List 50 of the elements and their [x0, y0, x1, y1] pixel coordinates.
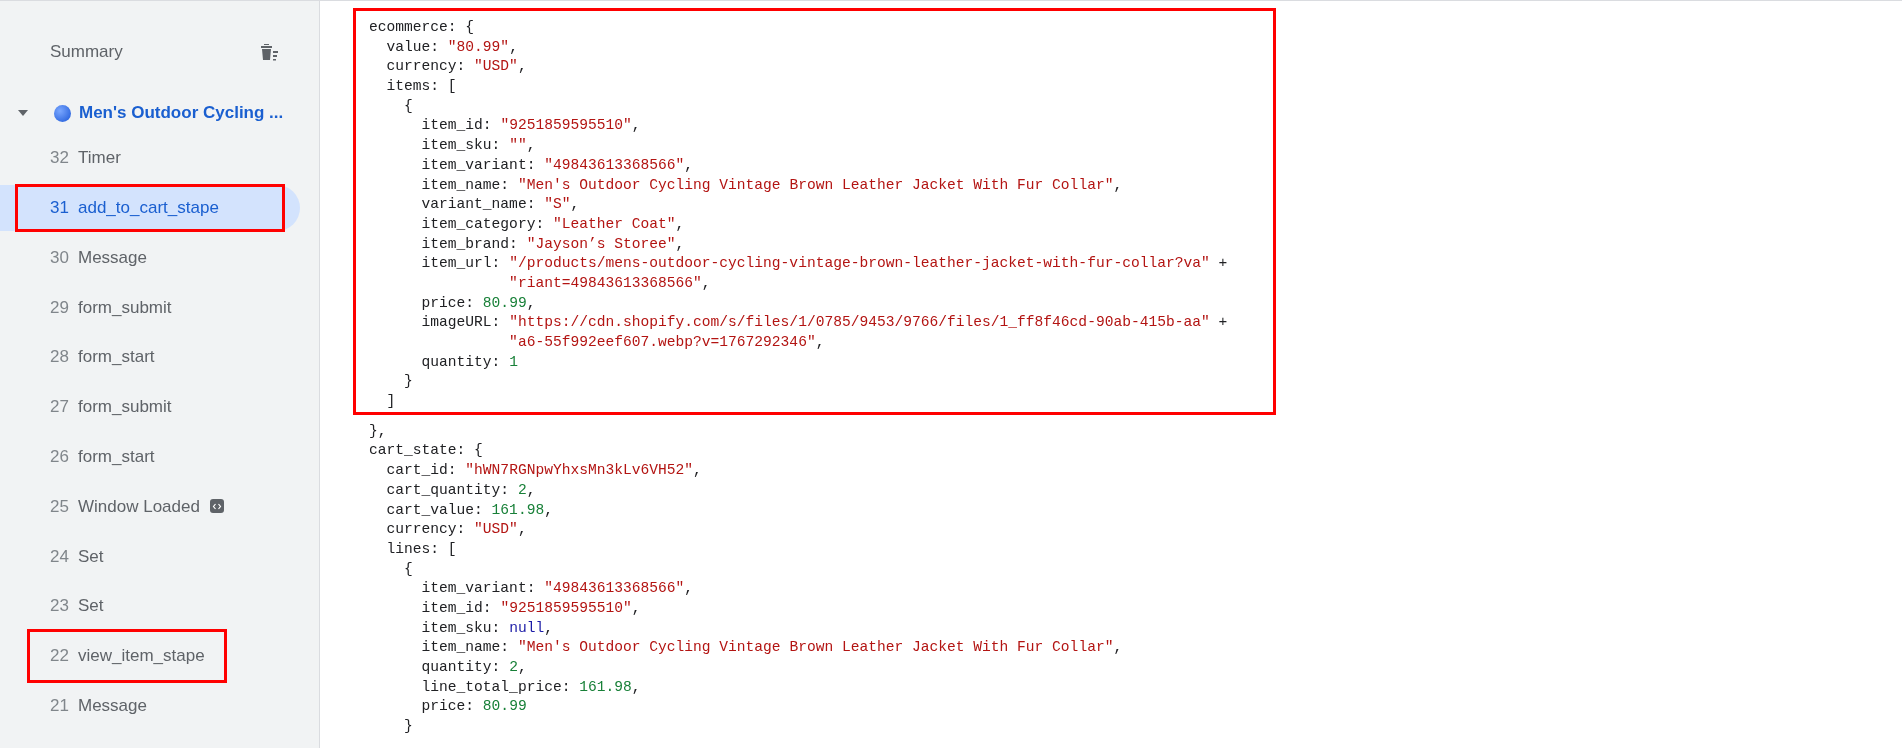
- code-line: line_total_price: 161.98,: [420, 677, 642, 697]
- code-line: value: "80.99",: [385, 37, 519, 57]
- code-line: imageURL: "https://cdn.shopify.com/s/files/1/0785/9453/9766/files/1_ff8f46cd-90ab-415b-aa" +: [420, 313, 1229, 333]
- code-line: currency: "USD",: [385, 57, 528, 77]
- code-line: price: 80.99: [420, 697, 528, 717]
- code-line: item_category: "Leather Coat",: [420, 214, 686, 234]
- code-line: item_id: "9251859595510",: [420, 116, 642, 136]
- code-line: currency: "USD",: [385, 520, 528, 540]
- code-line: item_sku: "",: [420, 136, 537, 156]
- code-line: ]: [385, 392, 397, 412]
- event-list-item[interactable]: 29 form_submit: [0, 284, 300, 331]
- code-line: {: [403, 96, 414, 116]
- code-line: items: [: [385, 77, 458, 97]
- code-line: "a6-55f992eef607.webp?v=1767292346",: [508, 333, 826, 352]
- code-line: {: [403, 559, 414, 579]
- code-line: item_id: "9251859595510",: [420, 598, 642, 618]
- code-line: price: 80.99,: [420, 293, 537, 313]
- event-list-item[interactable]: 27 form_submit: [0, 383, 300, 430]
- code-line: item_sku: null,: [420, 618, 554, 638]
- code-line: "riant=49843613368566",: [508, 273, 712, 293]
- code-line: variant_name: "S",: [420, 195, 581, 215]
- code-line: cart_quantity: 2,: [385, 480, 537, 500]
- event-list-item[interactable]: 32 Timer: [0, 134, 300, 181]
- code-line: item_url: "/products/mens-outdoor-cycling-vintage-brown-leather-jacket-with-fur-collar?va" +: [420, 254, 1229, 274]
- code-line: quantity: 1: [420, 352, 519, 372]
- code-line: item_variant: "49843613368566",: [420, 579, 695, 599]
- code-line: }: [403, 372, 414, 392]
- code-line: }: [403, 717, 414, 737]
- panel-title: Summary: [50, 41, 123, 64]
- event-list-item[interactable]: 23 Set: [0, 583, 300, 630]
- event-list-item[interactable]: 22 view_item_stape: [0, 632, 300, 679]
- code-line: cart_id: "hWN7RGNpwYhxsMn3kLv6VH52",: [385, 461, 703, 481]
- event-list-item[interactable]: 24 Set: [0, 533, 300, 580]
- event-list-item[interactable]: 26 form_start: [0, 433, 300, 480]
- code-line: item_variant: "49843613368566",: [420, 155, 695, 175]
- event-list-item[interactable]: 31 add_to_cart_stape: [0, 184, 300, 231]
- code-line: },: [369, 421, 388, 441]
- page-title[interactable]: Men's Outdoor Cycling ...: [79, 100, 284, 126]
- code-line: cart_value: 161.98,: [385, 500, 554, 520]
- event-list-item[interactable]: 30 Message: [0, 234, 300, 281]
- code-line: item_brand: "Jayson’s Storee",: [420, 234, 686, 254]
- event-list-item[interactable]: 28 form_start: [0, 334, 300, 381]
- code-line: quantity: 2,: [420, 658, 528, 677]
- code-line: item_name: "Men's Outdoor Cycling Vintage Brown Leather Jacket With Fur Collar",: [420, 175, 1124, 195]
- event-list-item[interactable]: 21 Message: [0, 682, 300, 729]
- code-line: item_name: "Men's Outdoor Cycling Vintage Brown Leather Jacket With Fur Collar",: [420, 638, 1124, 658]
- code-line: ecommerce: {: [369, 18, 476, 37]
- event-list-item[interactable]: 25 Window Loaded: [0, 483, 300, 530]
- code-line: cart_state: {: [369, 441, 484, 461]
- code-line: lines: [: [385, 539, 458, 559]
